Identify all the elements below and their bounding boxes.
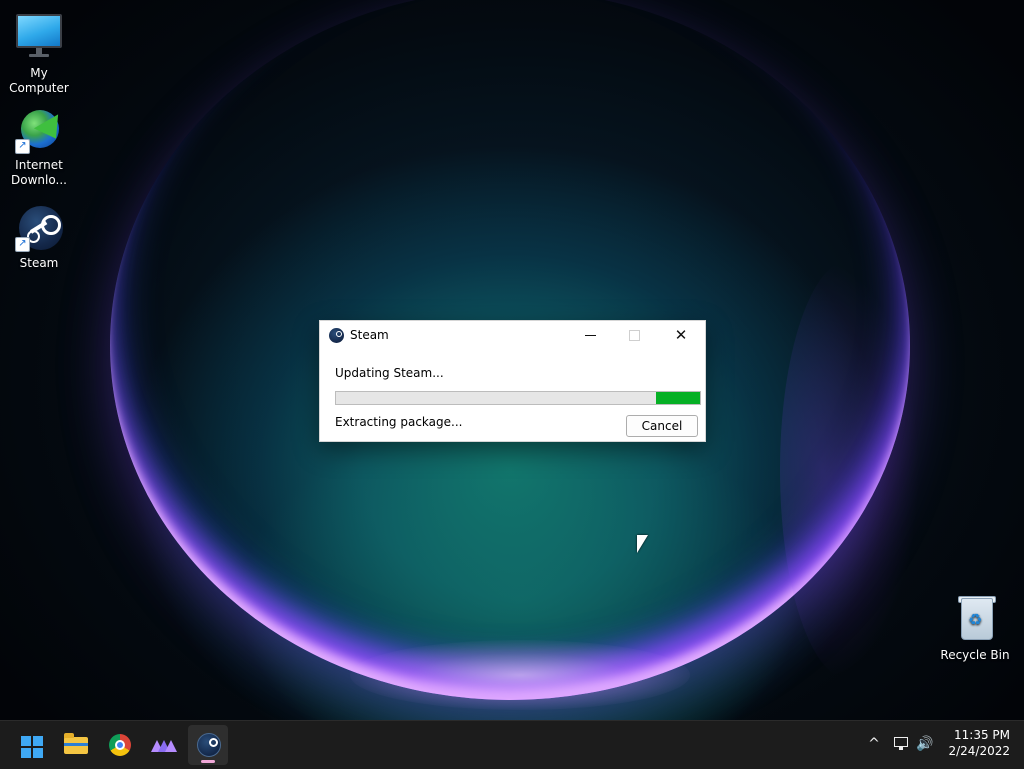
desktop-icon-steam[interactable]: ↗ Steam bbox=[0, 204, 78, 271]
steam-icon: ↗ bbox=[15, 204, 63, 252]
taskbar-file-explorer[interactable] bbox=[56, 725, 96, 765]
taskbar-steam[interactable] bbox=[188, 725, 228, 765]
monitor-icon bbox=[15, 14, 63, 62]
clock-time: 11:35 PM bbox=[954, 728, 1010, 742]
minimize-button[interactable] bbox=[568, 321, 614, 351]
close-button[interactable]: ✕ bbox=[658, 321, 704, 351]
desktop-icon-my-computer[interactable]: My Computer bbox=[0, 8, 78, 96]
desktop-icon-label: My Computer bbox=[9, 66, 69, 95]
steam-icon bbox=[329, 328, 344, 343]
windows-logo-icon bbox=[21, 736, 43, 758]
progress-fill bbox=[656, 392, 700, 404]
recycle-bin-icon: ♻ bbox=[951, 596, 999, 644]
internet-download-manager-icon: ↗ bbox=[15, 106, 69, 154]
update-status-text: Updating Steam... bbox=[335, 366, 444, 380]
wallpaper-edge bbox=[780, 260, 920, 680]
steam-icon bbox=[197, 733, 221, 757]
maximize-icon bbox=[629, 330, 640, 341]
start-button[interactable] bbox=[12, 725, 52, 765]
desktop-icon-internet-download-manager[interactable]: ↗ Internet Downlo... bbox=[0, 106, 78, 188]
network-icon[interactable] bbox=[892, 735, 912, 753]
update-substatus-text: Extracting package... bbox=[335, 415, 463, 429]
close-icon: ✕ bbox=[674, 326, 688, 344]
steam-update-dialog: Steam ✕ Updating Steam... Extracting pac… bbox=[319, 320, 706, 442]
taskbar-clock[interactable]: 11:35 PM 2/24/2022 bbox=[944, 727, 1010, 759]
desktop-icon-recycle-bin[interactable]: ♻ Recycle Bin bbox=[936, 596, 1014, 663]
chrome-icon bbox=[109, 734, 131, 756]
taskbar-mountain-app[interactable] bbox=[144, 725, 184, 765]
shortcut-arrow-icon: ↗ bbox=[15, 139, 30, 154]
desktop-icon-label: Recycle Bin bbox=[940, 648, 1010, 662]
desktop-icon-label: Steam bbox=[19, 256, 59, 270]
cancel-button[interactable]: Cancel bbox=[626, 415, 698, 437]
title-bar[interactable]: Steam ✕ bbox=[320, 321, 705, 351]
update-progress-bar bbox=[335, 391, 701, 405]
active-indicator bbox=[201, 760, 215, 763]
taskbar-chrome[interactable] bbox=[100, 725, 140, 765]
mouse-cursor-icon bbox=[637, 535, 648, 553]
clock-date: 2/24/2022 bbox=[948, 744, 1010, 758]
volume-icon[interactable]: 🔊 bbox=[916, 735, 936, 753]
shortcut-arrow-icon: ↗ bbox=[15, 237, 30, 252]
maximize-button[interactable] bbox=[612, 321, 658, 351]
desktop-icon-label: Internet Downlo... bbox=[11, 158, 67, 187]
window-title: Steam bbox=[350, 328, 389, 342]
show-hidden-icons-chevron-icon[interactable]: ^ bbox=[864, 734, 884, 754]
file-explorer-icon bbox=[64, 733, 88, 754]
mountain-app-icon bbox=[151, 738, 177, 752]
minimize-icon bbox=[585, 335, 596, 336]
wallpaper-glow bbox=[350, 640, 690, 710]
